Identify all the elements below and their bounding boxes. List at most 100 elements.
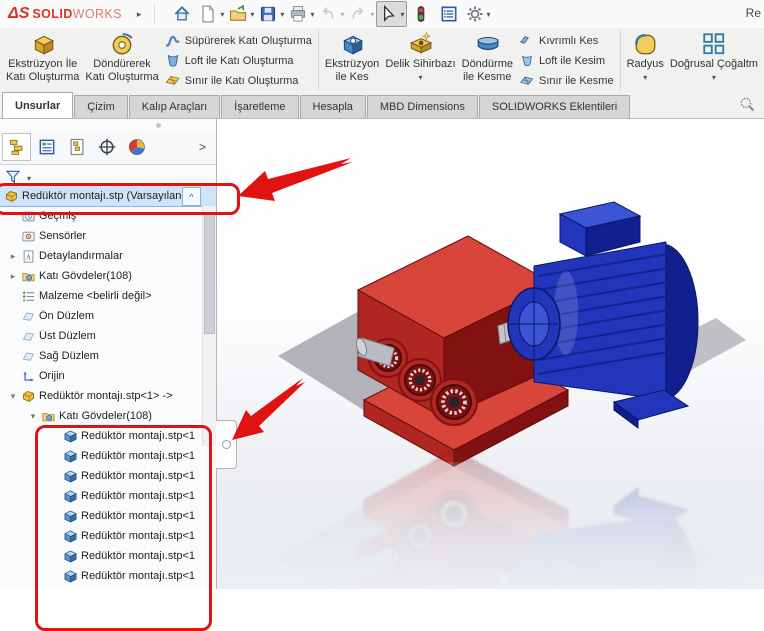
dropdown-caret-icon[interactable]: ▾ [418, 73, 422, 82]
open-document-button[interactable]: ▾ [226, 1, 256, 27]
filter-caret-icon[interactable]: ▾ [27, 174, 31, 183]
panel-splitter-handle[interactable] [156, 123, 161, 128]
tree-item[interactable]: Malzeme <belirli değil> [0, 286, 216, 306]
tree-scrollbar-thumb[interactable] [204, 212, 215, 334]
tree-item[interactable]: Üst Düzlem [0, 326, 216, 346]
tab-hesapla[interactable]: Hesapla [300, 95, 366, 118]
ribbon-hole-wizard-button[interactable]: Delik Sihirbazı▾ [382, 29, 458, 84]
ribbon-separator [620, 30, 621, 90]
dropdown-caret-icon[interactable]: ▾ [487, 10, 491, 19]
property-manager-icon [37, 137, 57, 157]
logo-expand-arrow-icon[interactable]: ▸ [137, 9, 142, 20]
tree-item[interactable]: Redüktör montajı.stp (Varsayılan<^ [0, 186, 216, 206]
tree-expander-icon[interactable]: ▾ [28, 411, 38, 422]
plane-icon [21, 309, 36, 324]
ribbon-swept-cut-button[interactable]: Kıvrımlı Kes [516, 31, 617, 51]
graphics-viewport[interactable] [216, 118, 764, 589]
tree-expander-icon[interactable]: ▾ [8, 391, 18, 402]
dropdown-caret-icon[interactable]: ▾ [220, 10, 224, 19]
ribbon-button-label: Radyus [627, 58, 664, 71]
body-icon [63, 449, 78, 464]
tab-kal-p-ara-lar-[interactable]: Kalıp Araçları [129, 95, 220, 118]
ribbon-extrude-cut-button[interactable]: Ekstrüzyonile Kes [322, 29, 382, 86]
panel-tab-property-manager[interactable] [32, 133, 61, 161]
redo-button[interactable]: ▾ [346, 1, 376, 27]
tree-item[interactable]: Redüktör montajı.stp<1 [0, 526, 216, 546]
print-button[interactable]: ▾ [286, 1, 316, 27]
panel-tab-feature-manager[interactable] [2, 133, 31, 161]
tree-scrollbar[interactable] [202, 206, 216, 446]
tree-item-label: Redüktör montajı.stp<1 [81, 470, 195, 482]
tree-item[interactable]: ▾Katı Gövdeler(108) [0, 406, 216, 426]
tree-item[interactable]: Redüktör montajı.stp<1 [0, 466, 216, 486]
hole-wizard-icon [407, 31, 433, 57]
options-gear-button[interactable]: ▾ [463, 1, 493, 27]
tree-item[interactable]: Redüktör montajı.stp<1 [0, 546, 216, 566]
tree-item[interactable]: Sağ Düzlem [0, 346, 216, 366]
tree-item[interactable]: Redüktör montajı.stp<1 [0, 426, 216, 446]
panel-collapse-tab[interactable] [216, 420, 237, 469]
dropdown-caret-icon[interactable]: ▾ [400, 10, 404, 19]
undo-button[interactable]: ▾ [316, 1, 346, 27]
ribbon-fillet-button[interactable]: Radyus ▾ [624, 29, 667, 84]
tab-unsurlar[interactable]: Unsurlar [2, 92, 73, 118]
ribbon-loft-boss-button[interactable]: Loft ile Katı Oluşturma [162, 51, 315, 71]
ribbon-revolve-cut-button[interactable]: Döndürmeile Kesme [459, 29, 516, 86]
ribbon-boundary-cut-button[interactable]: Sınır ile Kesme [516, 71, 617, 91]
panel-tab-display-manager[interactable] [122, 133, 151, 161]
loft-boss-icon [165, 53, 181, 69]
tree-item[interactable]: Ön Düzlem [0, 306, 216, 326]
ribbon-loft-cut-button[interactable]: Loft ile Kesim [516, 51, 617, 71]
ribbon-button-label: ile Kesme [462, 71, 513, 84]
ribbon-linear-pattern-button[interactable]: Doğrusal Çoğaltm▾ [667, 29, 761, 84]
dropdown-caret-icon[interactable]: ▾ [370, 10, 374, 19]
panel-tab-configuration-manager[interactable] [62, 133, 91, 161]
tree-collapse-button[interactable]: ^ [182, 187, 201, 206]
ribbon-extrude-boss-button[interactable]: Ekstrüzyon İleKatı Oluşturma [3, 29, 82, 86]
tree-item[interactable]: ▸ADetaylandırmalar [0, 246, 216, 266]
tree-item[interactable]: Redüktör montajı.stp<1 [0, 506, 216, 526]
tree-item[interactable]: Orijin [0, 366, 216, 386]
tree-expander-icon[interactable]: ▸ [8, 271, 18, 282]
motor-terminal-box [560, 202, 640, 256]
traffic-light-button[interactable] [407, 1, 435, 27]
tree-item[interactable]: Redüktör montajı.stp<1 [0, 566, 216, 586]
tree-item[interactable]: Redüktör montajı.stp<1 [0, 446, 216, 466]
save-button[interactable]: ▾ [256, 1, 286, 27]
dropdown-caret-icon[interactable]: ▾ [310, 10, 314, 19]
dropdown-caret-icon[interactable]: ▾ [643, 73, 647, 82]
panel-tab-dimxpert-manager[interactable] [92, 133, 121, 161]
home-icon [172, 4, 192, 24]
panel-top-gap [0, 118, 216, 130]
tab--izim[interactable]: Çizim [74, 95, 128, 118]
tree-item[interactable]: Sensörler [0, 226, 216, 246]
evaluate-list-button[interactable] [435, 1, 463, 27]
linear-pattern-icon [701, 31, 727, 57]
ribbon-sweep-boss-button[interactable]: Süpürerek Katı Oluşturma [162, 31, 315, 51]
home-button[interactable] [168, 1, 196, 27]
search-wand-icon [738, 95, 756, 113]
panel-expand-arrow[interactable]: > [191, 140, 214, 154]
dropdown-caret-icon[interactable]: ▾ [712, 73, 716, 82]
ribbon-button-label: Döndürme [462, 58, 513, 71]
tab-i-aretleme[interactable]: İşaretleme [221, 95, 298, 118]
ribbon-revolve-boss-button[interactable]: DöndürerekKatı Oluşturma [82, 29, 161, 86]
tree-item[interactable]: Geçmiş [0, 206, 216, 226]
tab-solidworks-eklentileri[interactable]: SOLIDWORKS Eklentileri [479, 95, 630, 118]
dropdown-caret-icon[interactable]: ▾ [340, 10, 344, 19]
tree-item[interactable]: Redüktör montajı.stp<1 [0, 486, 216, 506]
tree-item[interactable]: ▾Redüktör montajı.stp<1> -> [0, 386, 216, 406]
tab-mbd-dimensions[interactable]: MBD Dimensions [367, 95, 478, 118]
new-document-button[interactable]: ▾ [196, 1, 226, 27]
loft-cut-icon [519, 53, 535, 69]
body-icon [63, 549, 78, 564]
search-commands-icon[interactable] [738, 95, 756, 116]
dropdown-caret-icon[interactable]: ▾ [280, 10, 284, 19]
body-icon [63, 509, 78, 524]
ribbon-boundary-boss-button[interactable]: Sınır ile Katı Oluşturma [162, 71, 315, 91]
tree-expander-icon[interactable]: ▸ [8, 251, 18, 262]
tree-item-label: Redüktör montajı.stp<1 [81, 510, 195, 522]
dropdown-caret-icon[interactable]: ▾ [250, 10, 254, 19]
select-cursor-button[interactable]: ▾ [376, 1, 406, 27]
tree-item[interactable]: ▸Katı Gövdeler(108) [0, 266, 216, 286]
